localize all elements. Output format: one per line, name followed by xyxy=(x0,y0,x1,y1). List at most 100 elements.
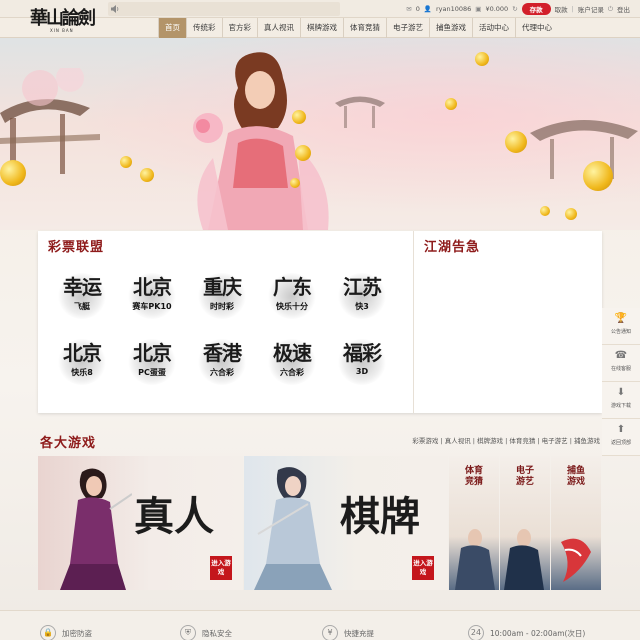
lottery-item-welfare-3d[interactable]: 福彩 3D xyxy=(332,333,392,391)
wallet-icon: ▣ xyxy=(475,5,482,13)
sports-calligraphy: 体育竞猜 xyxy=(464,466,483,487)
gold-coin xyxy=(295,145,311,161)
lottery-item-lucky-airship[interactable]: 幸运 飞艇 xyxy=(52,267,112,325)
sidebar-download[interactable]: ⬇ 游戏下载 xyxy=(602,382,640,419)
lottery-name: 北京 xyxy=(63,341,102,365)
lottery-item-hongkong-marksix[interactable]: 香港 六合彩 xyxy=(192,333,252,391)
nav-official-lottery[interactable]: 官方彩 xyxy=(221,18,258,38)
lottery-type: PC蛋蛋 xyxy=(138,368,166,377)
divider: | xyxy=(571,5,574,13)
sidebar-back-to-top[interactable]: ⬆ 返回顶部 xyxy=(602,419,640,456)
gold-coin xyxy=(505,131,527,153)
footer-hours: 24 10:00am - 02:00am(次日) xyxy=(468,625,585,640)
lottery-name: 福彩 xyxy=(343,341,382,365)
lottery-item-beijing-pk10[interactable]: 北京 赛车PK10 xyxy=(122,267,182,325)
nav-live-casino[interactable]: 真人视讯 xyxy=(257,18,300,38)
footer-label: 隐私安全 xyxy=(202,628,232,638)
lottery-type: 快3 xyxy=(355,302,369,311)
nav-agent-center[interactable]: 代理中心 xyxy=(515,18,558,38)
lock-icon: 🔒 xyxy=(40,625,56,640)
gold-coin xyxy=(583,161,613,191)
gold-coin xyxy=(140,168,154,182)
fishing-games-card[interactable]: 捕鱼游戏 xyxy=(551,456,601,590)
lottery-type: 快乐8 xyxy=(71,368,93,377)
footer-privacy: ⛨ 隐私安全 xyxy=(180,625,232,640)
board-games-card[interactable]: 棋牌 进入游戏 xyxy=(244,456,448,590)
electronic-games-card[interactable]: 电子游艺 xyxy=(500,456,550,590)
lottery-name: 北京 xyxy=(133,275,172,299)
user-area: ✉ 0 👤 ryan10086 ▣ ¥0.000 ↻ 存款 取款 | 账户记录 … xyxy=(406,3,630,15)
site-logo[interactable]: 華山論劍 XIN BAN xyxy=(30,4,102,34)
nav-home[interactable]: 首页 xyxy=(158,18,186,38)
enter-game-stamp[interactable]: 进入游戏 xyxy=(412,556,434,580)
nav-board-games[interactable]: 棋牌游戏 xyxy=(300,18,343,38)
lottery-name: 重庆 xyxy=(203,275,242,299)
username[interactable]: ryan10086 xyxy=(436,5,471,13)
koi-fish-illustration xyxy=(561,538,591,582)
lottery-item-beijing-pc28[interactable]: 北京 PC蛋蛋 xyxy=(122,333,182,391)
live-casino-card[interactable]: 真人 进入游戏 xyxy=(38,456,243,590)
sports-card[interactable]: 体育竞猜 xyxy=(449,456,499,590)
sidebar-customer-service[interactable]: ☎ 在线客服 xyxy=(602,345,640,382)
hero-banner[interactable] xyxy=(0,38,640,230)
electronic-calligraphy: 电子游艺 xyxy=(515,466,534,487)
nav-sports[interactable]: 体育竞猜 xyxy=(343,18,386,38)
live-casino-calligraphy: 真人 xyxy=(134,493,214,540)
right-pavilion-illustration xyxy=(530,119,638,179)
logo-subtext: XIN BAN xyxy=(50,28,74,33)
right-sidebar: 🏆 公告通知 ☎ 在线客服 ⬇ 游戏下载 ⬆ 返回顶部 xyxy=(602,308,640,456)
footer-label: 快捷充提 xyxy=(344,628,374,638)
notice-title: 江湖告急 xyxy=(424,240,481,255)
footer-label: 加密防盗 xyxy=(62,628,92,638)
gold-coin xyxy=(120,156,132,168)
nav-fishing-games[interactable]: 捕鱼游戏 xyxy=(429,18,472,38)
gold-coin xyxy=(445,98,457,110)
lottery-type: 六合彩 xyxy=(280,368,304,377)
swordswoman-illustration xyxy=(254,467,332,590)
lottery-item-jiangsu-k3[interactable]: 江苏 快3 xyxy=(332,267,392,325)
lottery-item-speed-marksix[interactable]: 极速 六合彩 xyxy=(262,333,322,391)
enter-game-stamp[interactable]: 进入游戏 xyxy=(210,556,232,580)
mail-count: 0 xyxy=(415,5,420,13)
account-records-link[interactable]: 账户记录 xyxy=(578,4,604,14)
mail-icon[interactable]: ✉ xyxy=(406,5,411,13)
nav-traditional-lottery[interactable]: 传统彩 xyxy=(186,18,222,38)
lottery-type: 赛车PK10 xyxy=(132,302,172,311)
deposit-button[interactable]: 存款 xyxy=(521,3,551,15)
user-icon: 👤 xyxy=(423,5,432,13)
logout-icon[interactable]: ⏻ xyxy=(608,5,613,14)
gold-coin xyxy=(565,208,577,220)
nav-promotions[interactable]: 活动中心 xyxy=(472,18,515,38)
wallet-icon: ¥ xyxy=(322,625,338,640)
heroine-illustration xyxy=(193,52,329,230)
nav-electronic-games[interactable]: 电子游艺 xyxy=(386,18,429,38)
lottery-type: 时时彩 xyxy=(210,302,234,311)
gold-coin xyxy=(540,206,550,216)
footer-fast-deposit: ¥ 快捷充提 xyxy=(322,625,374,640)
gold-coin xyxy=(292,110,306,124)
withdraw-link[interactable]: 取款 xyxy=(555,4,568,14)
fishing-calligraphy: 捕鱼游戏 xyxy=(566,466,585,487)
lottery-name: 广东 xyxy=(273,275,312,299)
panel-divider xyxy=(413,231,414,413)
refresh-icon[interactable]: ↻ xyxy=(512,5,517,13)
sports-warrior-illustration xyxy=(455,529,495,590)
trophy-icon: 🏆 xyxy=(614,313,628,324)
game-category-links[interactable]: 彩票游戏 | 真人视讯 | 棋牌游戏 | 体育竞猜 | 电子游艺 | 捕鱼游戏 xyxy=(412,435,600,445)
speaker-icon xyxy=(111,5,119,13)
lottery-item-guangdong-klsf[interactable]: 广东 快乐十分 xyxy=(262,267,322,325)
logout-link[interactable]: 登出 xyxy=(617,4,630,14)
gold-coin xyxy=(0,160,26,186)
lottery-name: 江苏 xyxy=(343,275,382,299)
shield-icon: ⛨ xyxy=(180,625,196,640)
announcement-marquee[interactable] xyxy=(108,2,340,16)
sidebar-announcements[interactable]: 🏆 公告通知 xyxy=(602,308,640,345)
games-title: 各大游戏 xyxy=(40,436,97,451)
lottery-name: 极速 xyxy=(273,341,312,365)
sidebar-label: 公告通知 xyxy=(610,329,631,335)
lottery-type: 快乐十分 xyxy=(276,302,308,311)
lottery-item-beijing-kl8[interactable]: 北京 快乐8 xyxy=(52,333,112,391)
logo-text: 華山論劍 xyxy=(30,8,96,29)
footer-anti-hijack: 🔒 加密防盗 xyxy=(40,625,92,640)
lottery-item-chongqing-ssc[interactable]: 重庆 时时彩 xyxy=(192,267,252,325)
